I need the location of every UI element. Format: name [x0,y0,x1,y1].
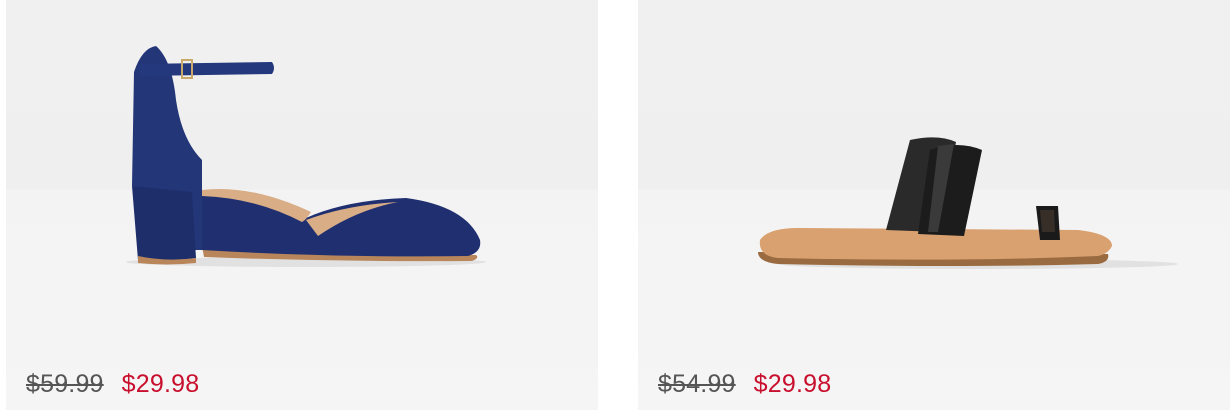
sale-price: $29.98 [121,369,200,398]
product-card[interactable]: $54.99 $29.98 [638,0,1230,410]
original-price: $59.99 [26,369,104,398]
product-grid: $59.99 $29.98 $54.99 $29.98 [0,0,1230,410]
black-flat-toe-ring-sandal-image[interactable] [638,0,1230,340]
navy-block-heel-pump-image[interactable] [6,0,598,340]
original-price: $54.99 [658,369,736,398]
price-row: $54.99 $29.98 [658,367,831,401]
sale-price: $29.98 [753,369,832,398]
product-card[interactable]: $59.99 $29.98 [6,0,598,410]
price-row: $59.99 $29.98 [26,367,199,401]
